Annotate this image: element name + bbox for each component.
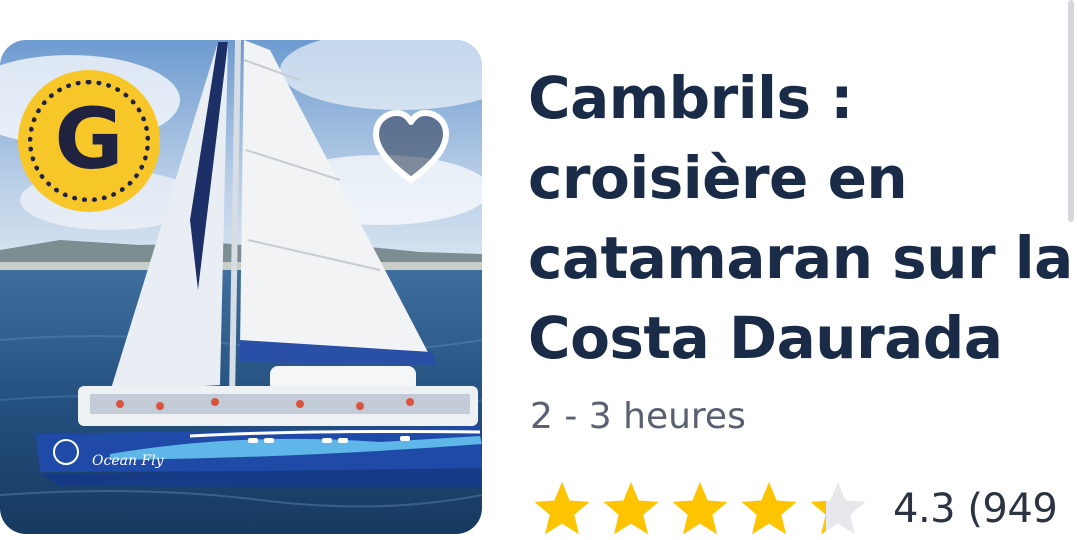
star-rating (532, 479, 877, 539)
star-icon (534, 482, 590, 535)
activity-image[interactable]: Ocean Fly G (0, 40, 482, 534)
rating-row: 4.3 (949 (532, 478, 1058, 540)
rating-text: 4.3 (949 (893, 486, 1058, 532)
star-icon (741, 482, 797, 535)
star-icon (672, 482, 728, 535)
star-icon (810, 482, 866, 535)
scrollbar[interactable] (1068, 0, 1074, 222)
star-icon (603, 482, 659, 535)
heart-icon[interactable] (368, 106, 454, 188)
activity-title[interactable]: Cambrils : croisière en catamaran sur la… (528, 58, 1073, 378)
getyourguide-badge: G (18, 70, 160, 212)
getyourguide-logo-icon: G (54, 90, 124, 188)
duration-text: 2 - 3 heures (530, 396, 746, 437)
boat-name-text: Ocean Fly (92, 453, 165, 469)
